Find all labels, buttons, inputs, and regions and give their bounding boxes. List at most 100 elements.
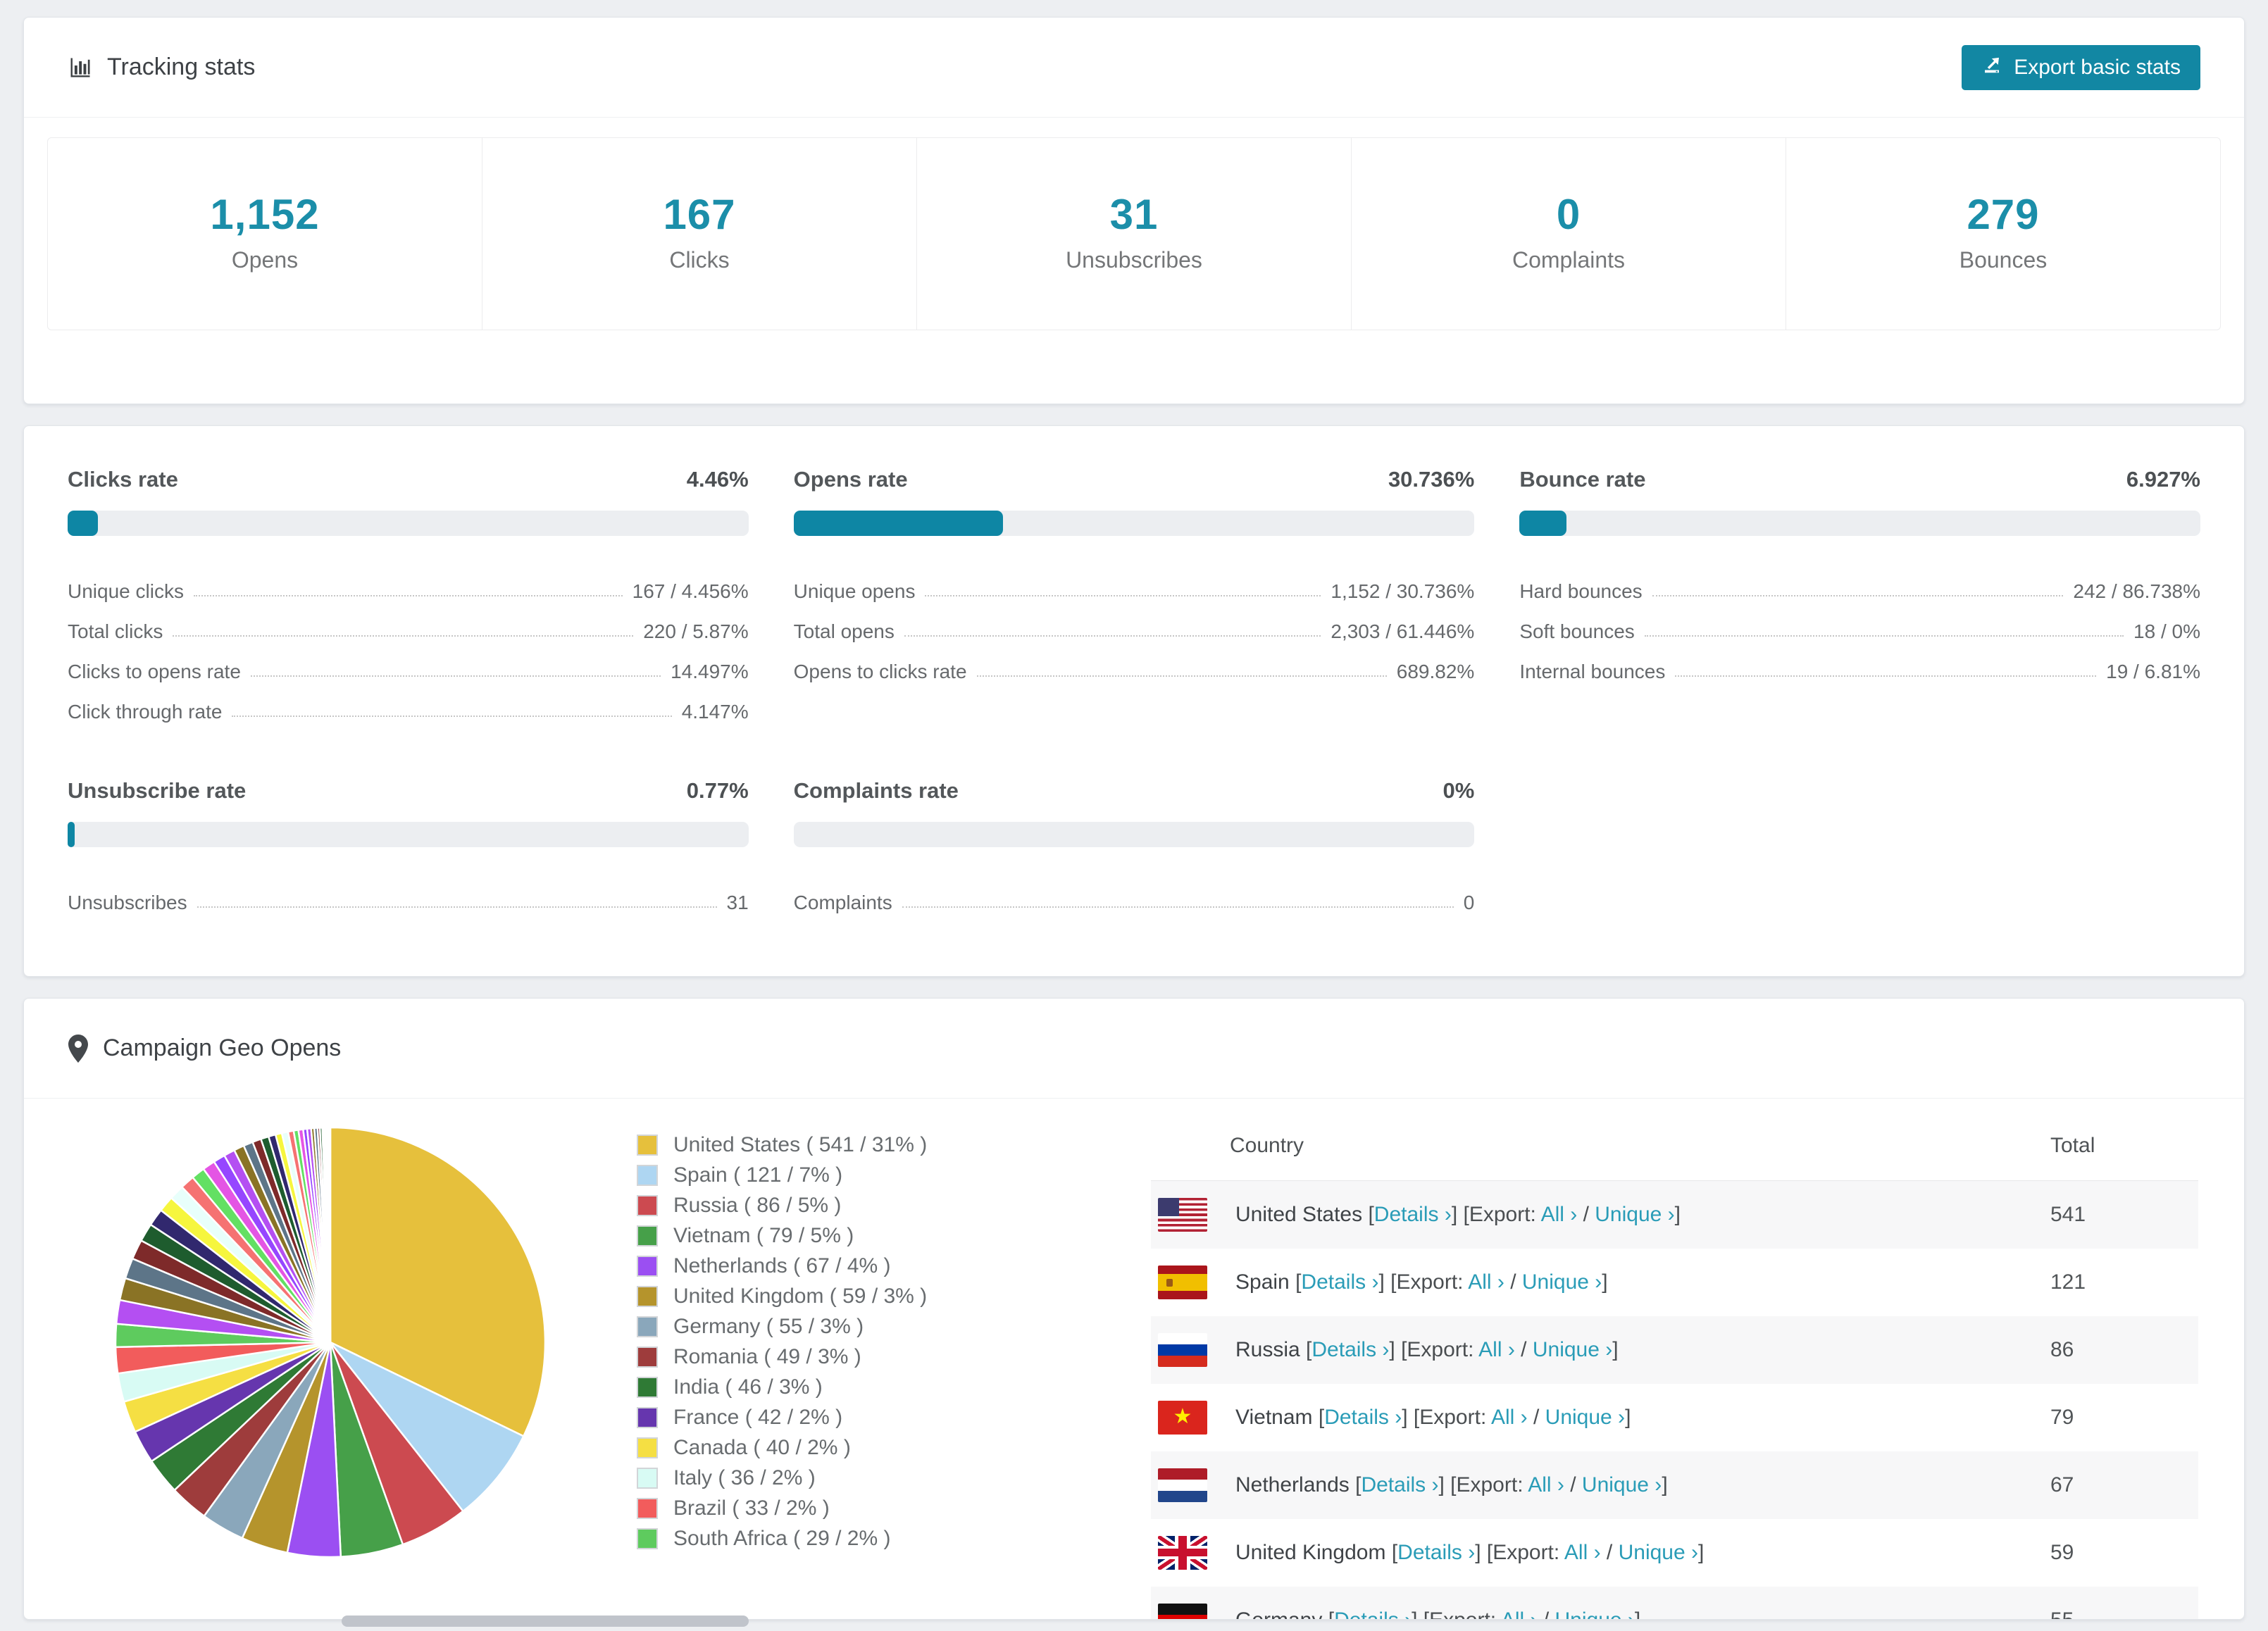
stat-complaints: 0 Complaints (1351, 138, 1786, 330)
clicks-rate-value: 4.46% (686, 467, 749, 492)
country-total: 55 (2050, 1608, 2074, 1620)
details-link[interactable]: Details › (1324, 1406, 1402, 1429)
country-name: United States (1235, 1202, 1363, 1226)
geo-table-row: United Kingdom [Details ›] [Export: All … (1151, 1519, 2198, 1587)
legend-swatch (637, 1376, 658, 1398)
country-name: United Kingdom (1235, 1540, 1386, 1564)
export-unique-link[interactable]: Unique › (1582, 1473, 1662, 1496)
legend-swatch (637, 1285, 658, 1307)
bounces-count: 279 (1967, 191, 2040, 238)
unsubscribe-rate-panel: Unsubscribe rate 0.77% Unsubscribes 31 (68, 778, 749, 914)
unsubscribes-count: 31 (1109, 191, 1159, 238)
geo-table: Country Total United States [Details ›] … (1151, 1113, 2198, 1620)
details-link[interactable]: Details › (1311, 1338, 1389, 1361)
complaints-rate-title: Complaints rate (793, 778, 959, 803)
export-unique-link[interactable]: Unique › (1522, 1270, 1602, 1294)
legend-item: Netherlands ( 67 / 4% ) (637, 1251, 1151, 1281)
metric-row: Opens to clicks rate 689.82% (793, 661, 1475, 682)
country-name: Netherlands (1235, 1473, 1350, 1496)
country-flag (1158, 1535, 1207, 1570)
legend-swatch (637, 1316, 658, 1337)
metric-row: Total clicks 220 / 5.87% (68, 620, 749, 642)
details-link[interactable]: Details › (1397, 1541, 1475, 1564)
country-total: 59 (2050, 1540, 2074, 1564)
legend-item: Russia ( 86 / 5% ) (637, 1190, 1151, 1220)
geo-table-row: Germany [Details ›] [Export: All › / Uni… (1151, 1586, 2198, 1620)
country-flag (1158, 1197, 1207, 1232)
complaints-rate-value: 0% (1443, 778, 1475, 803)
legend-item: United Kingdom ( 59 / 3% ) (637, 1281, 1151, 1311)
export-all-link[interactable]: All › (1478, 1338, 1515, 1361)
geo-table-header-row: Country Total (1151, 1113, 2198, 1181)
stat-bounces: 279 Bounces (1786, 138, 2220, 330)
export-all-link[interactable]: All › (1528, 1473, 1564, 1496)
horizontal-scrollbar-thumb[interactable] (342, 1616, 749, 1627)
clicks-rate-progressbar (68, 511, 749, 536)
metric-row: Click through rate 4.147% (68, 701, 749, 723)
metric-row: Total opens 2,303 / 61.446% (793, 620, 1475, 642)
export-unique-link[interactable]: Unique › (1533, 1338, 1612, 1361)
column-header-total: Total (2050, 1134, 2095, 1157)
tracking-stats-title: Tracking stats (68, 54, 255, 81)
geo-header: Campaign Geo Opens (24, 999, 2244, 1099)
metric-row: Complaints 0 (793, 892, 1475, 913)
geo-title-wrap: Campaign Geo Opens (68, 1034, 341, 1063)
country-flag (1158, 1468, 1207, 1502)
country-name: Vietnam (1235, 1405, 1313, 1429)
stat-opens: 1,152 Opens (48, 138, 482, 330)
unsubscribe-rate-title: Unsubscribe rate (68, 778, 247, 803)
legend-item: South Africa ( 29 / 2% ) (637, 1523, 1151, 1554)
export-all-link[interactable]: All › (1564, 1541, 1601, 1564)
export-all-link[interactable]: All › (1491, 1406, 1528, 1429)
opens-rate-title: Opens rate (793, 467, 908, 492)
column-header-country: Country (1230, 1134, 1304, 1157)
legend-swatch (637, 1527, 658, 1549)
opens-rate-value: 30.736% (1388, 467, 1475, 492)
metric-row: Unique opens 1,152 / 30.736% (793, 580, 1475, 602)
page-title: Tracking stats (107, 54, 256, 80)
export-unique-link[interactable]: Unique › (1619, 1541, 1698, 1564)
opens-rate-panel: Opens rate 30.736% Unique opens 1,152 / 3… (793, 467, 1475, 723)
geo-table-row: Russia [Details ›] [Export: All › / Uniq… (1151, 1316, 2198, 1384)
export-all-link[interactable]: All › (1468, 1270, 1504, 1294)
metric-row: Internal bounces 19 / 6.81% (1519, 661, 2200, 682)
legend-swatch (637, 1134, 658, 1156)
bounce-rate-progressbar (1519, 511, 2200, 536)
metric-row: Unsubscribes 31 (68, 892, 749, 913)
clicks-rate-title: Clicks rate (68, 467, 178, 492)
country-total: 121 (2050, 1270, 2086, 1294)
stat-clicks: 167 Clicks (482, 138, 916, 330)
bar-chart-icon (68, 55, 93, 80)
bounce-rate-value: 6.927% (2126, 467, 2200, 492)
legend-item: France ( 42 / 2% ) (637, 1402, 1151, 1432)
country-flag (1158, 1400, 1207, 1435)
metric-row: Unique clicks 167 / 4.456% (68, 580, 749, 602)
details-link[interactable]: Details › (1301, 1270, 1378, 1294)
export-unique-link[interactable]: Unique › (1595, 1203, 1674, 1226)
details-link[interactable]: Details › (1361, 1473, 1438, 1496)
legend-item: Romania ( 49 / 3% ) (637, 1342, 1151, 1372)
bounce-rate-title: Bounce rate (1519, 467, 1646, 492)
export-basic-stats-button[interactable]: Export basic stats (1962, 44, 2200, 90)
export-unique-link[interactable]: Unique › (1545, 1406, 1625, 1429)
legend-item: Brazil ( 33 / 2% ) (637, 1493, 1151, 1523)
legend-item: Italy ( 36 / 2% ) (637, 1463, 1151, 1493)
complaints-rate-progressbar (793, 822, 1475, 847)
complaints-count: 0 (1556, 191, 1581, 238)
country-name: Russia (1235, 1337, 1300, 1361)
country-flag (1158, 1265, 1207, 1299)
bounce-rate-panel: Bounce rate 6.927% Hard bounces 242 / 86.… (1519, 467, 2200, 723)
clicks-count: 167 (663, 191, 736, 238)
details-link[interactable]: Details › (1374, 1203, 1452, 1226)
legend-item: Germany ( 55 / 3% ) (637, 1311, 1151, 1342)
legend-swatch (637, 1437, 658, 1458)
tracking-stats-card: Tracking stats Export basic stats 1,152 … (23, 17, 2245, 404)
opens-count: 1,152 (210, 191, 320, 238)
export-all-link[interactable]: All › (1541, 1203, 1578, 1226)
campaign-geo-opens-card: Campaign Geo Opens United States ( 541 /… (23, 998, 2245, 1620)
unsubscribe-rate-value: 0.77% (686, 778, 749, 803)
metric-row: Soft bounces 18 / 0% (1519, 620, 2200, 642)
country-name: Spain (1235, 1270, 1290, 1294)
legend-item: India ( 46 / 3% ) (637, 1372, 1151, 1402)
export-icon (1981, 54, 2002, 81)
